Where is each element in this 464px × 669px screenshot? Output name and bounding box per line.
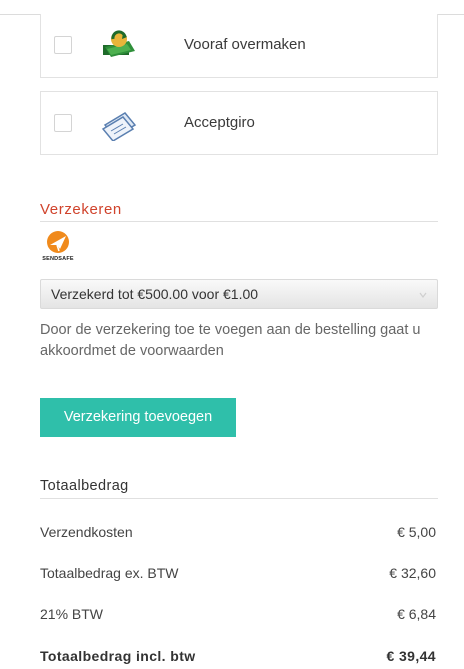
insurance-select-value: Verzekerd tot €500.00 voor €1.00 [51,286,259,302]
totals-row-grand-total: Totaalbedrag incl. btw € 39,44 [40,648,436,668]
totals-row-shipping: Verzendkosten € 5,00 [40,524,436,544]
payment-option-acceptgiro[interactable]: Acceptgiro [40,91,438,155]
checkbox[interactable] [54,36,72,54]
section-divider [40,221,438,222]
add-insurance-button[interactable]: Verzekering toevoegen [40,398,236,437]
section-divider [40,498,438,499]
totals-row-value: € 32,60 [389,565,436,581]
insurance-select[interactable]: Verzekerd tot €500.00 voor €1.00 [40,279,438,309]
totals-row-label: Totaalbedrag ex. BTW [40,565,179,581]
grand-total-value: € 39,44 [386,648,436,664]
totals-row-value: € 5,00 [397,524,436,540]
chevron-down-icon [419,292,427,298]
sendsafe-logo-text: SENDSAFE [42,256,74,262]
totals-row-vat: 21% BTW € 6,84 [40,606,436,626]
insurance-title: Verzekeren [40,201,122,218]
totals-row-value: € 6,84 [397,606,436,622]
giro-check-icon [101,112,137,141]
totals-title: Totaalbedrag [40,478,129,494]
totals-row-ex-vat: Totaalbedrag ex. BTW € 32,60 [40,565,436,585]
insurance-note: Door de verzekering toe te voegen aan de… [40,322,421,359]
payment-option-vooraf-overmaken[interactable]: Vooraf overmaken [40,14,438,78]
payment-option-label: Vooraf overmaken [184,36,306,53]
checkbox[interactable] [54,114,72,132]
totals-row-label: 21% BTW [40,606,104,622]
grand-total-label: Totaalbedrag incl. btw [40,648,196,664]
payment-option-label: Acceptgiro [184,114,255,131]
totals-row-label: Verzendkosten [40,524,133,540]
money-transfer-icon [103,30,135,57]
